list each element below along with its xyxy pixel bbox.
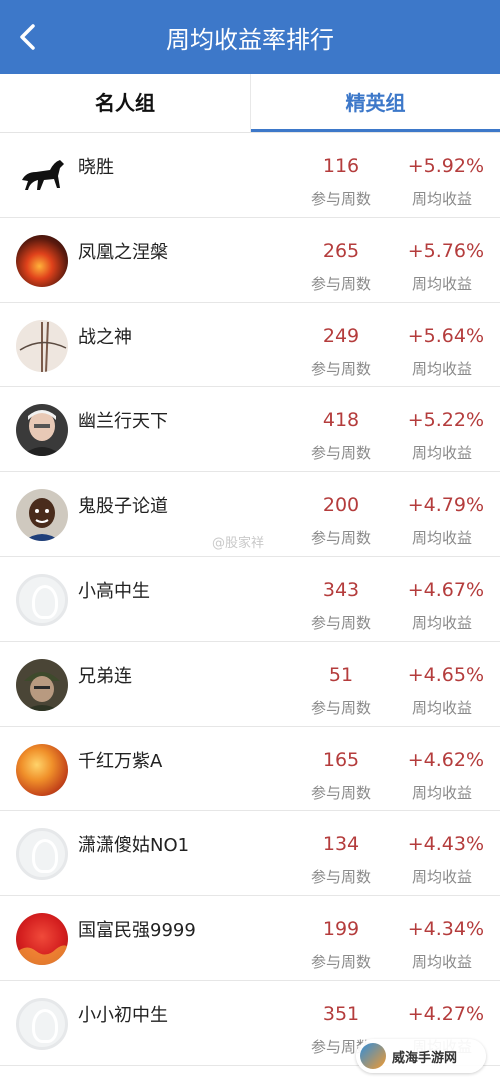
weeks-label: 参与周数 [310, 868, 371, 887]
horse-icon [22, 160, 64, 190]
ferris-wheel-icon [19, 321, 67, 372]
list-item[interactable]: 小高中生 343 参与周数 +4.67% 周均收益 [0, 557, 500, 642]
weeks-label: 参与周数 [310, 613, 371, 632]
list-item[interactable]: 千红万紫A 165 参与周数 +4.62% 周均收益 [0, 727, 500, 812]
weekly-return: +4.43% [407, 833, 484, 856]
weibo-watermark: @股家祥 [212, 536, 265, 551]
return-label: 周均收益 [411, 783, 472, 802]
weeks-count: 200 [322, 494, 360, 517]
weeks-count: 199 [322, 918, 360, 941]
avatar[interactable] [16, 489, 68, 542]
site-logo-icon [360, 1043, 386, 1069]
tab-bar: 名人组 精英组 [0, 74, 500, 133]
person-photo-icon [22, 410, 62, 457]
avatar[interactable] [16, 913, 68, 966]
avatar[interactable] [16, 319, 68, 372]
weeks-label: 参与周数 [310, 274, 371, 293]
user-name: 千红万紫A [78, 750, 163, 772]
user-name: 小高中生 [78, 580, 150, 602]
weeks-label: 参与周数 [310, 444, 371, 463]
list-item[interactable]: 兄弟连 51 参与周数 +4.65% 周均收益 [0, 642, 500, 727]
weeks-label: 参与周数 [310, 953, 371, 972]
user-name: 国富民强9999 [78, 920, 196, 942]
user-name: 凤凰之涅槃 [78, 241, 168, 263]
weeks-label: 参与周数 [310, 190, 371, 208]
weekly-return: +5.64% [407, 324, 484, 347]
avatar[interactable] [16, 997, 68, 1050]
weeks-count: 116 [322, 155, 360, 177]
avatar[interactable] [16, 658, 68, 711]
weeks-count: 134 [322, 833, 360, 856]
weeks-label: 参与周数 [310, 359, 371, 378]
user-name: 小小初中生 [78, 1004, 168, 1026]
weekly-return: +4.65% [407, 663, 484, 686]
weeks-count: 165 [322, 748, 360, 771]
weekly-return: +4.34% [407, 918, 484, 941]
return-label: 周均收益 [411, 698, 472, 717]
user-name: 潇潇傻姑NO1 [78, 835, 190, 857]
weekly-return: +5.92% [407, 155, 484, 177]
list-item[interactable]: 潇潇傻姑NO1 134 参与周数 +4.43% 周均收益 [0, 811, 500, 897]
weekly-return: +5.76% [407, 239, 484, 262]
site-watermark-badge: 威海手游网 [356, 1039, 486, 1073]
list-item[interactable]: 国富民强9999 199 参与周数 +4.34% 周均收益 [0, 896, 500, 981]
ranking-list: 晓胜 116 参与周数 +5.92% 周均收益 凤凰之涅槃 265 参与周数 +… [0, 133, 500, 1066]
avatar[interactable] [16, 150, 68, 202]
return-label: 周均收益 [411, 190, 472, 208]
weekly-return: +5.22% [407, 409, 484, 432]
return-label: 周均收益 [411, 953, 472, 972]
child-photo-icon [24, 498, 60, 542]
red-flag-icon [16, 945, 68, 966]
weeks-count: 418 [322, 409, 360, 432]
active-tab-indicator [251, 129, 500, 132]
tab-celebrity-group[interactable]: 名人组 [0, 74, 250, 132]
weeks-count: 351 [322, 1002, 360, 1025]
weeks-count: 51 [328, 663, 354, 686]
weekly-return: +4.67% [407, 578, 484, 601]
avatar[interactable] [16, 404, 68, 457]
weekly-return: +4.62% [407, 748, 484, 771]
list-item[interactable]: 战之神 249 参与周数 +5.64% 周均收益 [0, 303, 500, 388]
weeks-count: 265 [322, 239, 360, 262]
list-item[interactable]: 晓胜 116 参与周数 +5.92% 周均收益 [0, 133, 500, 218]
weeks-label: 参与周数 [310, 529, 371, 548]
return-label: 周均收益 [411, 613, 472, 632]
weekly-return: +4.27% [407, 1002, 484, 1025]
return-label: 周均收益 [411, 529, 472, 548]
return-label: 周均收益 [411, 359, 472, 378]
return-label: 周均收益 [411, 274, 472, 293]
site-name: 威海手游网 [392, 1051, 458, 1066]
page-title: 周均收益率排行 [166, 26, 334, 54]
weeks-label: 参与周数 [310, 698, 371, 717]
user-name: 幽兰行天下 [78, 411, 168, 433]
weeks-label: 参与周数 [310, 783, 371, 802]
avatar[interactable] [16, 573, 68, 626]
tab-elite-group[interactable]: 精英组 [250, 74, 500, 132]
list-item[interactable]: 凤凰之涅槃 265 参与周数 +5.76% 周均收益 [0, 218, 500, 303]
user-name: 鬼股子论道 [78, 496, 168, 518]
list-item[interactable]: 幽兰行天下 418 参与周数 +5.22% 周均收益 [0, 387, 500, 473]
avatar[interactable] [16, 828, 68, 881]
app-header: 周均收益率排行 [0, 0, 500, 74]
user-name: 兄弟连 [78, 665, 132, 687]
soldier-photo-icon [24, 671, 60, 711]
weekly-return: +4.79% [407, 494, 484, 517]
weeks-count: 249 [322, 324, 360, 347]
return-label: 周均收益 [411, 444, 472, 463]
weeks-count: 343 [322, 578, 360, 601]
user-name: 战之神 [78, 326, 132, 348]
user-name: 晓胜 [78, 157, 114, 178]
avatar[interactable] [16, 743, 68, 796]
return-label: 周均收益 [411, 868, 472, 887]
avatar[interactable] [16, 234, 68, 287]
